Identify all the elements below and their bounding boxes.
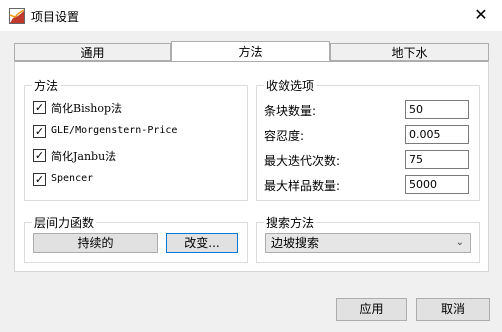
slice-count-label: 条块数量: <box>264 104 317 118</box>
check-icon[interactable]: ✓ <box>33 149 46 162</box>
method-label-janbu: 简化Janbu法 <box>51 150 117 163</box>
search-method-value: 边坡搜索 <box>271 236 320 250</box>
max-iterations-label: 最大迭代次数: <box>264 154 341 168</box>
check-icon[interactable]: ✓ <box>33 173 46 186</box>
max-samples-label: 最大样品数量: <box>264 179 341 193</box>
search-group-title: 搜索方法 <box>264 214 317 231</box>
methods-group: 方法 ✓ 简化Bishop法 ✓ GLE/Morgenstern-Price ✓… <box>24 77 248 201</box>
tab-strip: 通用 方法 地下水 <box>14 41 489 62</box>
interslice-group-title: 层间力函数 <box>32 214 97 231</box>
tab-groundwater[interactable]: 地下水 <box>330 43 489 61</box>
method-checkbox-spencer[interactable]: ✓ Spencer <box>33 172 233 188</box>
max-iterations-input[interactable] <box>405 150 469 169</box>
interslice-group: 层间力函数 持续的 改变... <box>24 214 248 263</box>
search-group: 搜索方法 边坡搜索 ⌄ <box>256 214 480 263</box>
methods-group-title: 方法 <box>32 77 61 94</box>
chevron-down-icon[interactable]: ⌄ <box>456 234 464 252</box>
convergence-group: 收敛选项 条块数量: 容忍度: 最大迭代次数: 最大样品数量: <box>256 77 480 201</box>
method-checkbox-bishop[interactable]: ✓ 简化Bishop法 <box>33 100 233 116</box>
convergence-group-title: 收敛选项 <box>264 77 317 94</box>
title-bar: 项目设置 ✕ <box>0 0 502 31</box>
search-method-select[interactable]: 边坡搜索 ⌄ <box>265 233 471 253</box>
tab-method[interactable]: 方法 <box>171 41 330 62</box>
method-label-gle: GLE/Morgenstern-Price <box>51 125 178 136</box>
check-icon[interactable]: ✓ <box>33 101 46 114</box>
tolerance-label: 容忍度: <box>264 129 305 143</box>
method-label-spencer: Spencer <box>51 173 94 184</box>
method-checkbox-janbu[interactable]: ✓ 简化Janbu法 <box>33 148 233 164</box>
tolerance-input[interactable] <box>405 125 469 144</box>
method-checkbox-gle[interactable]: ✓ GLE/Morgenstern-Price <box>33 124 243 140</box>
check-icon[interactable]: ✓ <box>33 125 46 138</box>
change-function-button[interactable]: 改变... <box>166 233 238 253</box>
apply-button[interactable]: 应用 <box>336 298 407 321</box>
tab-general[interactable]: 通用 <box>14 43 171 61</box>
window-title: 项目设置 <box>31 10 80 24</box>
app-icon <box>9 8 25 24</box>
cancel-button[interactable]: 取消 <box>416 298 490 321</box>
close-icon[interactable]: ✕ <box>470 5 492 25</box>
tab-panel: 方法 ✓ 简化Bishop法 ✓ GLE/Morgenstern-Price ✓… <box>14 61 489 272</box>
slice-count-input[interactable] <box>405 100 469 119</box>
max-samples-input[interactable] <box>405 175 469 194</box>
method-label-bishop: 简化Bishop法 <box>51 102 122 115</box>
interslice-function-button[interactable]: 持续的 <box>33 233 158 253</box>
